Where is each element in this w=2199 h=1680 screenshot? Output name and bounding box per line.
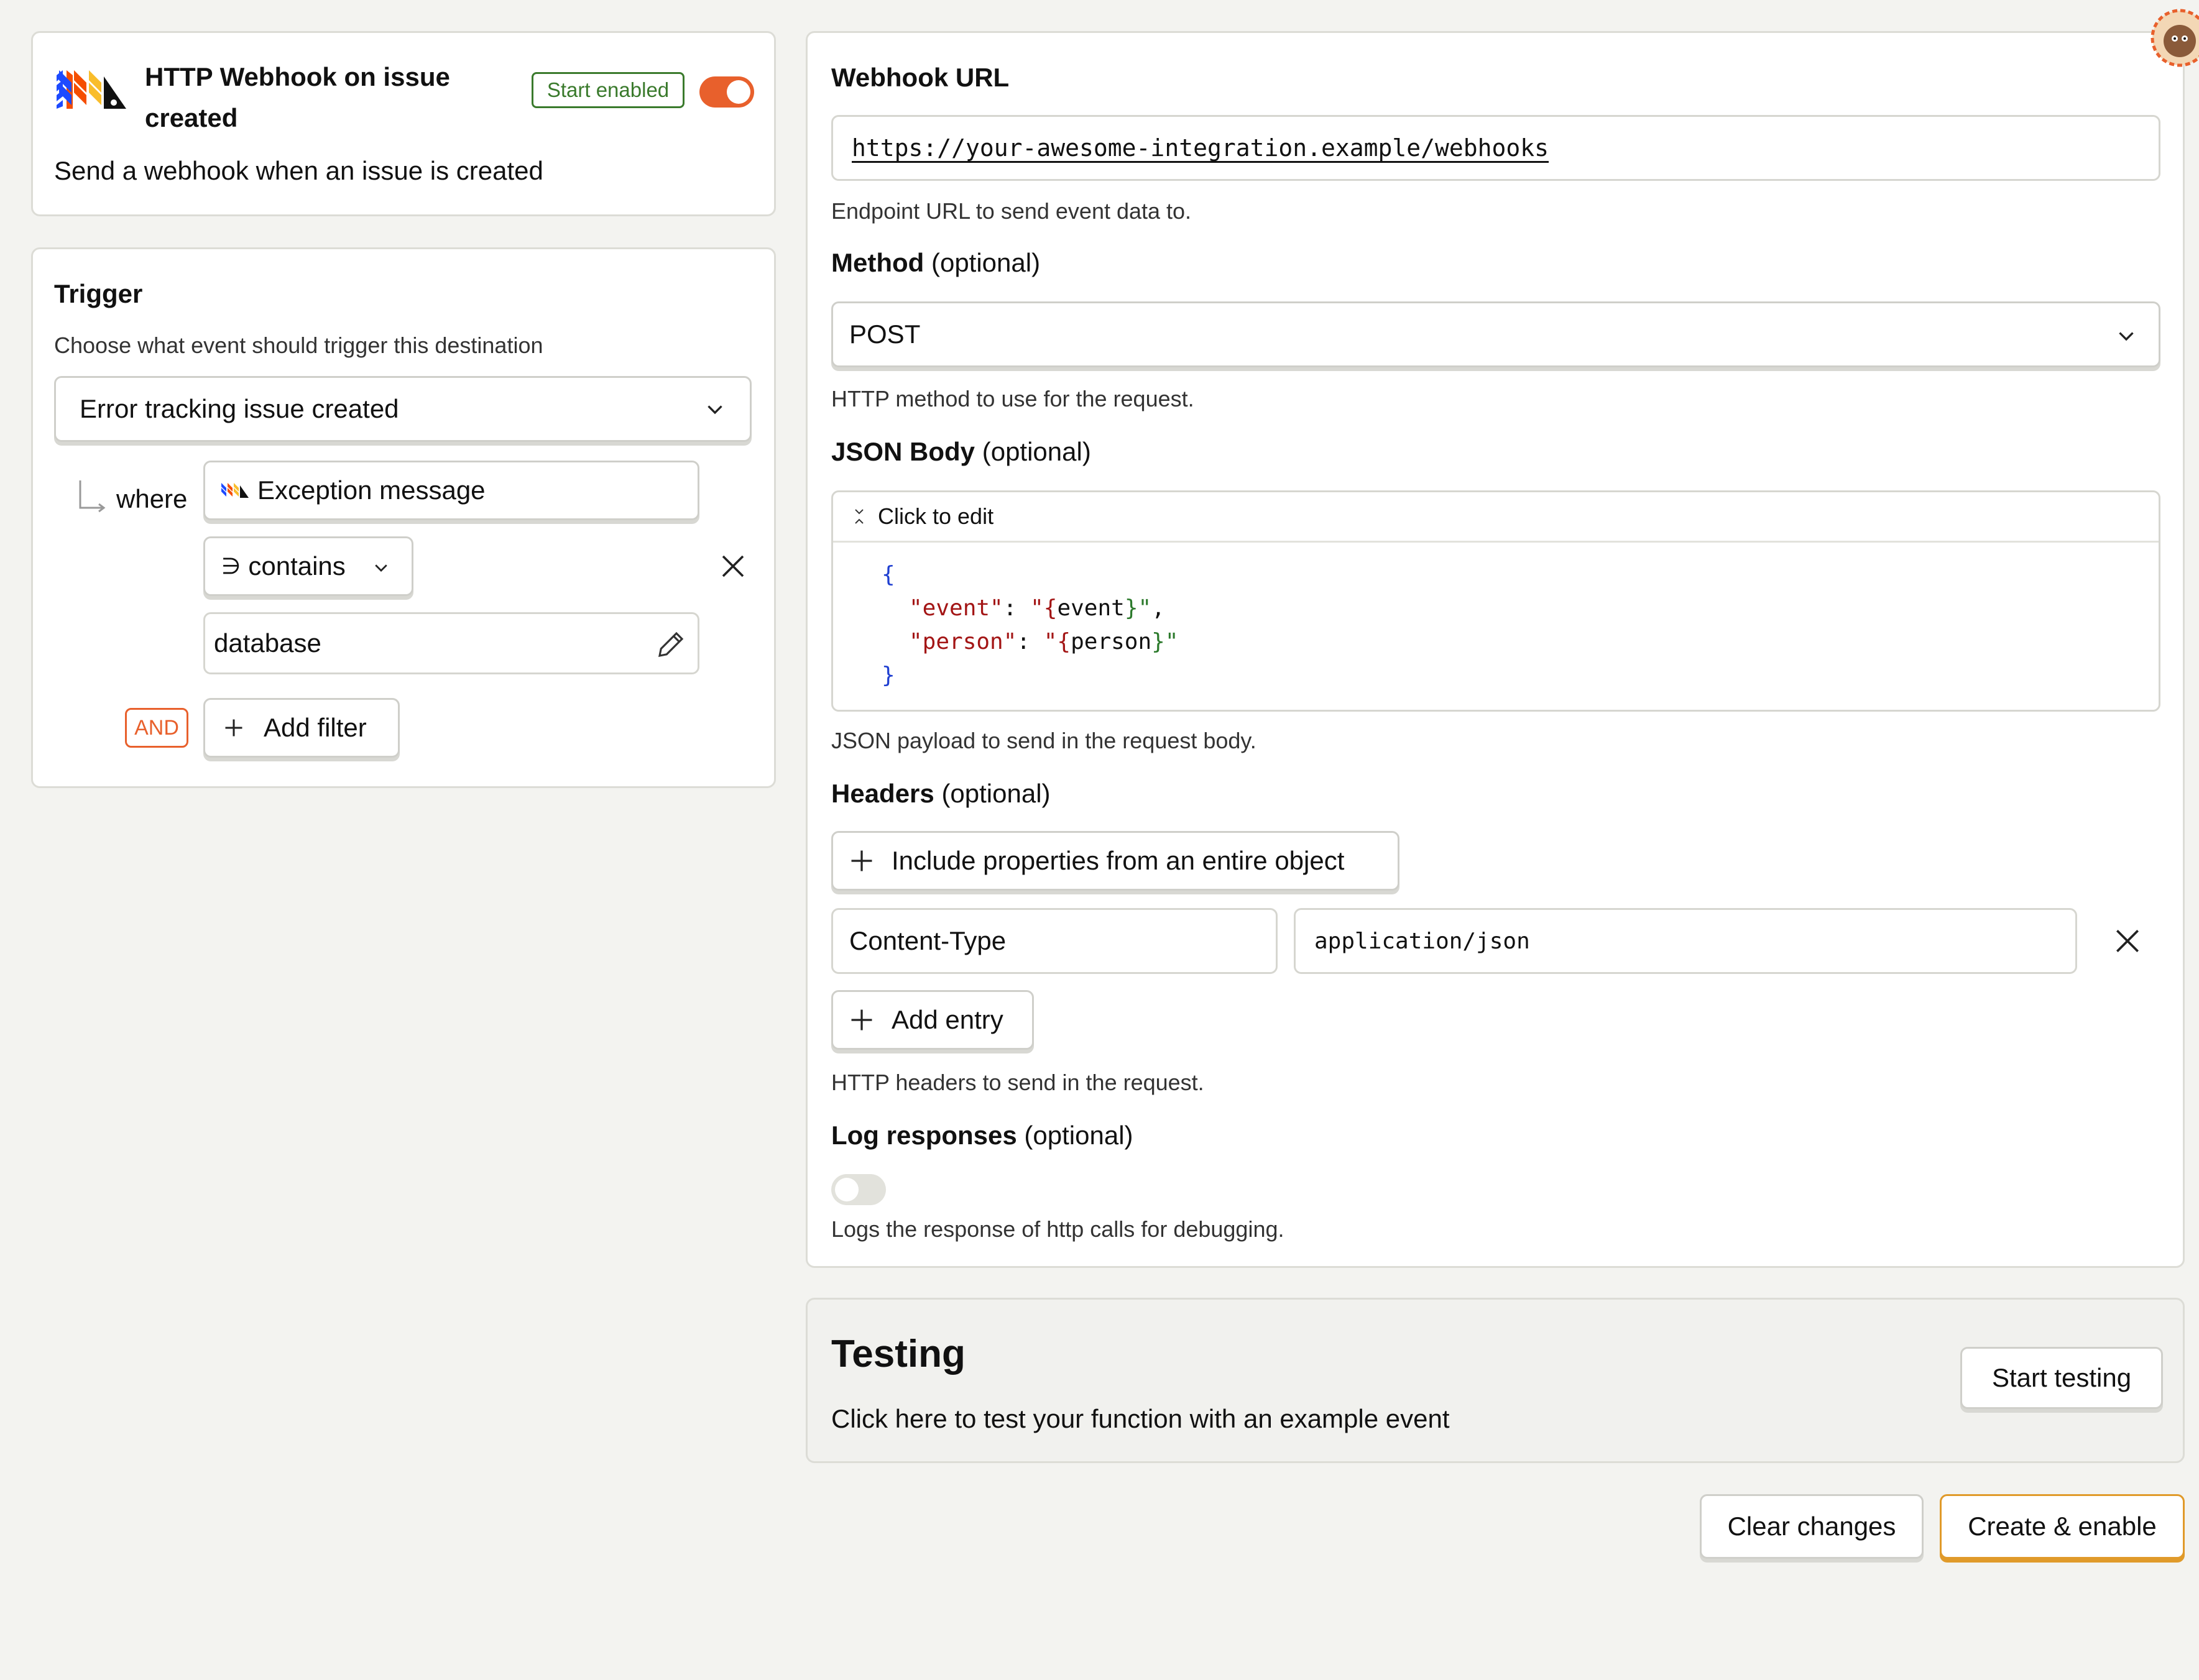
trigger-event-select[interactable]: Error tracking issue created — [54, 376, 752, 442]
operator-select[interactable]: ∋ contains — [203, 536, 413, 596]
json-body-editor[interactable]: Click to edit { "event": "{event}", "per… — [831, 490, 2160, 712]
log-responses-toggle[interactable] — [831, 1174, 886, 1205]
webhook-url-label: Webhook URL — [831, 63, 1010, 92]
plus-icon — [848, 847, 875, 874]
method-select[interactable]: POST — [831, 301, 2160, 367]
json-body-label: JSON Body (optional) — [831, 437, 1091, 466]
remove-filter-close-icon[interactable] — [718, 551, 748, 581]
contains-symbol: ∋ — [221, 553, 241, 579]
plus-icon — [848, 1006, 875, 1034]
posthog-logo-icon — [57, 70, 131, 109]
method-label: Method (optional) — [831, 248, 1041, 277]
json-code: { "event": "{event}", "person": "{person… — [882, 562, 1179, 688]
destination-header-card: HTTP Webhook on issue created Start enab… — [31, 31, 776, 216]
toggle-knob — [727, 80, 750, 104]
hedgehog-avatar-icon[interactable] — [2149, 9, 2199, 67]
posthog-small-icon — [221, 483, 249, 498]
clear-changes-button[interactable]: Clear changes — [1700, 1494, 1924, 1559]
and-operator-badge[interactable]: AND — [125, 708, 188, 748]
testing-description: Click here to test your function with an… — [831, 1404, 1450, 1433]
start-testing-button[interactable]: Start testing — [1960, 1347, 2163, 1409]
destination-description: Send a webhook when an issue is created — [54, 156, 543, 185]
add-filter-button[interactable]: Add filter — [203, 698, 400, 758]
branch-connector-icon — [78, 480, 108, 515]
toggle-knob — [835, 1178, 859, 1201]
destination-title: HTTP Webhook on issue created — [145, 62, 450, 132]
pencil-edit-icon[interactable] — [654, 628, 688, 661]
log-responses-help: Logs the response of http calls for debu… — [831, 1216, 1284, 1242]
create-enable-button[interactable]: Create & enable — [1940, 1494, 2185, 1559]
trigger-card: Trigger Choose what event should trigger… — [31, 247, 776, 788]
plus-icon — [223, 717, 245, 739]
json-body-help: JSON payload to send in the request body… — [831, 728, 1256, 753]
where-label: where — [116, 484, 188, 513]
header-value-input[interactable]: application/json — [1294, 908, 2077, 974]
log-responses-label: Log responses (optional) — [831, 1121, 1133, 1150]
filter-value-field[interactable]: database — [203, 612, 699, 674]
headers-label: Headers (optional) — [831, 779, 1051, 808]
webhook-config-card: Webhook URL https://your-awesome-integra… — [806, 31, 2185, 1268]
chevron-down-icon — [704, 398, 726, 420]
collapse-icon — [852, 507, 867, 526]
include-properties-button[interactable]: Include properties from an entire object — [831, 831, 1399, 891]
chevron-down-icon — [2115, 324, 2137, 347]
trigger-help: Choose what event should trigger this de… — [54, 333, 543, 358]
header-key-input[interactable]: Content-Type — [831, 908, 1278, 974]
remove-header-close-icon[interactable] — [2112, 925, 2143, 957]
start-enabled-badge: Start enabled — [532, 72, 685, 108]
enabled-toggle[interactable] — [699, 76, 754, 108]
webhook-url-input[interactable]: https://your-awesome-integration.example… — [831, 115, 2160, 181]
testing-title: Testing — [831, 1333, 966, 1375]
testing-card: Testing Click here to test your function… — [806, 1298, 2185, 1463]
click-to-edit-bar[interactable]: Click to edit — [833, 492, 2159, 543]
method-help: HTTP method to use for the request. — [831, 386, 1194, 411]
headers-help: HTTP headers to send in the request. — [831, 1070, 1204, 1095]
add-entry-button[interactable]: Add entry — [831, 990, 1034, 1050]
webhook-url-help: Endpoint URL to send event data to. — [831, 198, 1192, 224]
property-filter-button[interactable]: Exception message — [203, 461, 699, 520]
chevron-down-icon — [372, 558, 390, 577]
trigger-title: Trigger — [54, 279, 143, 308]
